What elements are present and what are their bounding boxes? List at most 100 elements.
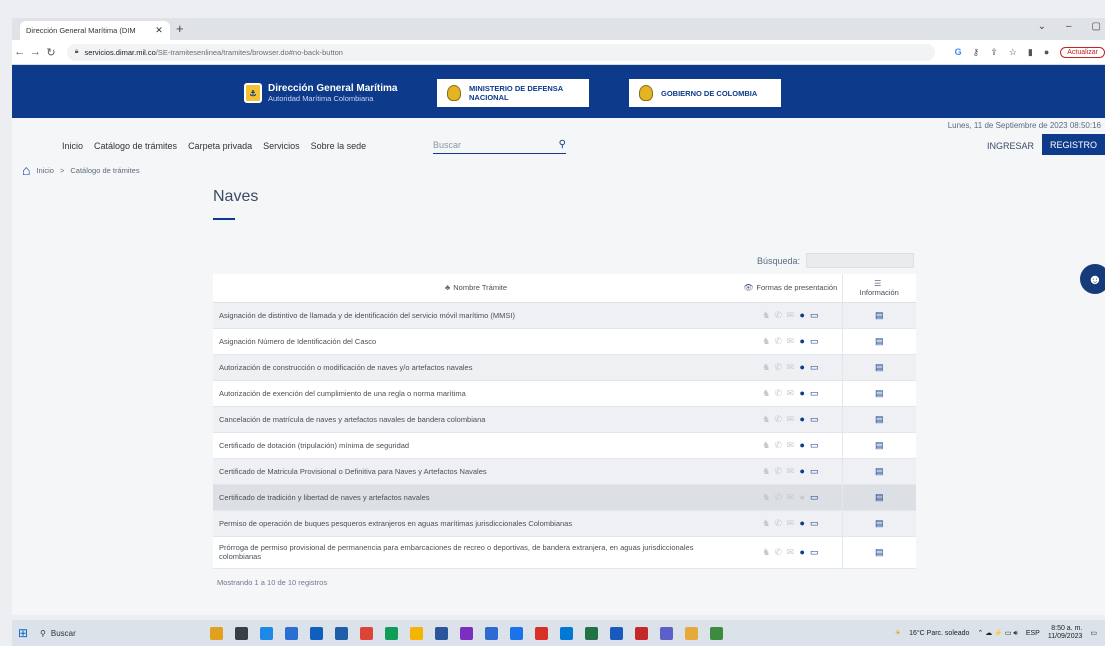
url-input[interactable]: 🔒︎ servicios.dimar.mil.co /SE-tramitesen… [66,43,935,61]
tramite-name[interactable]: Certificado de tradición y libertad de n… [213,484,739,511]
info-cell[interactable]: ▤ [841,432,916,459]
taskbar-search[interactable]: ⚲ Buscar [40,624,122,642]
app-icon[interactable] [685,626,698,640]
table-row[interactable]: Permiso de operación de buques pesqueros… [213,510,916,537]
mail-icon: ✉ [786,362,795,372]
app-icon[interactable] [710,626,723,640]
table-row[interactable]: Certificado de dotación (tripulación) mí… [213,432,916,459]
app-icon[interactable] [360,626,373,640]
search-input[interactable]: Buscar ⚲ [433,136,566,154]
tray-icons[interactable]: ⌃ ☁ ⚡ ▭ 🔊︎ [977,629,1017,638]
back-icon[interactable]: ← [12,46,28,58]
share-icon[interactable]: ⇪ [990,47,998,58]
app-icon[interactable] [635,626,648,640]
profile-icon[interactable]: ● [1044,47,1049,57]
nav-catalogo[interactable]: Catálogo de trámites [94,141,177,151]
update-button[interactable]: Actualizar [1060,46,1105,58]
login-link[interactable]: INGRESAR [987,141,1034,151]
app-icon[interactable] [285,626,298,640]
app-icon[interactable] [660,626,673,640]
table-row[interactable]: Prórroga de permiso provisional de perma… [213,536,916,569]
info-cell[interactable]: ▤ [841,536,916,569]
app-icon[interactable] [385,626,398,640]
dimar-logo[interactable]: ⚓︎ Dirección General Marítima Autoridad … [244,79,398,107]
star-icon[interactable]: ☆ [1009,47,1017,58]
table-row[interactable]: Asignación Número de Identificación del … [213,328,916,355]
sidepanel-icon[interactable]: ▮ [1028,47,1033,58]
info-cell[interactable]: ▤ [841,328,916,355]
gov-header: ⚓︎ Dirección General Marítima Autoridad … [12,65,1105,118]
weather-label[interactable]: 16°C Parc. soleado [909,630,969,637]
nav-servicios[interactable]: Servicios [263,141,300,151]
tramite-name[interactable]: Permiso de operación de buques pesqueros… [213,510,739,537]
close-icon[interactable]: ✕ [154,25,164,36]
notification-icon[interactable]: ▭ [1090,629,1097,637]
nav-inicio[interactable]: Inicio [62,141,83,151]
info-cell[interactable]: ▤ [841,510,916,537]
tramite-name[interactable]: Certificado de dotación (tripulación) mí… [213,432,739,459]
app-icon[interactable] [335,626,348,640]
app-icon[interactable] [585,626,598,640]
windows-start-icon[interactable]: ⊞ [12,626,34,640]
clock[interactable]: 8:50 a. m. 11/09/2023 [1048,625,1083,641]
tramite-name[interactable]: Prórroga de permiso provisional de perma… [213,536,739,569]
table-row[interactable]: Certificado de Matricula Provisional o D… [213,458,916,485]
gov-logo[interactable]: GOBIERNO DE COLOMBIA [629,79,781,107]
table-row[interactable]: Cancelación de matrícula de naves y arte… [213,406,916,433]
app-icon[interactable] [435,626,448,640]
register-button[interactable]: REGISTRO [1042,134,1105,155]
maximize-icon[interactable]: ▢ [1092,21,1101,32]
nav-carpeta[interactable]: Carpeta privada [188,141,252,151]
app-icon[interactable] [510,626,523,640]
app-icon[interactable] [235,626,248,640]
info-cell[interactable]: ▤ [841,406,916,433]
forward-icon[interactable]: → [28,46,44,58]
app-icon[interactable] [260,626,273,640]
app-icon[interactable] [410,626,423,640]
tramite-name[interactable]: Certificado de Matricula Provisional o D… [213,458,739,485]
weather-icon[interactable]: ☀ [895,629,901,637]
tramite-name[interactable]: Cancelación de matrícula de naves y arte… [213,406,739,433]
table-search-input[interactable] [806,253,914,268]
info-cell[interactable]: ▤ [841,380,916,407]
app-icon[interactable] [610,626,623,640]
search-icon: ⚲ [40,628,46,638]
col-header-info[interactable]: ☰ Información [841,274,916,303]
info-cell[interactable]: ▤ [841,302,916,329]
formas-cell: ♞ ✆ ✉ ● ▭ [739,354,842,381]
tramite-name[interactable]: Autorización de exención del cumplimient… [213,380,739,407]
home-icon[interactable]: ⌂ [22,163,30,177]
reload-icon[interactable]: ↻ [43,46,59,59]
new-tab-button[interactable]: + [176,22,184,36]
app-icon[interactable] [535,626,548,640]
table-row[interactable]: Asignación de distintivo de llamada y de… [213,302,916,329]
col-header-name[interactable]: ♣ Nombre Trámite [213,274,739,303]
info-cell[interactable]: ▤ [841,458,916,485]
col-header-formas[interactable]: 👁︎ Formas de presentación [739,274,842,303]
app-icon[interactable] [485,626,498,640]
info-cell[interactable]: ▤ [841,484,916,511]
google-icon[interactable]: G [955,47,962,57]
breadcrumb-home[interactable]: Inicio [36,166,54,175]
key-icon[interactable]: ⚷ [973,47,980,58]
table-row[interactable]: Autorización de construcción o modificac… [213,354,916,381]
search-icon[interactable]: ⚲ [559,139,566,150]
info-cell[interactable]: ▤ [841,354,916,381]
app-icon[interactable] [210,626,223,640]
title-underline [213,218,235,220]
chat-avatar-icon[interactable]: ☻ [1080,264,1105,294]
ministry-logo[interactable]: MINISTERIO DE DEFENSA NACIONAL [437,79,589,107]
chevron-down-icon[interactable]: ⌄ [1038,21,1046,32]
browser-tab[interactable]: Dirección General Marítima (DIM ✕ [20,21,170,40]
nav-sobre[interactable]: Sobre la sede [311,141,367,151]
language-indicator[interactable]: ESP [1026,630,1040,637]
app-icon[interactable] [460,626,473,640]
tramite-name[interactable]: Asignación de distintivo de llamada y de… [213,302,739,329]
tramite-name[interactable]: Autorización de construcción o modificac… [213,354,739,381]
minimize-icon[interactable]: – [1066,21,1072,32]
app-icon[interactable] [310,626,323,640]
table-row[interactable]: Certificado de tradición y libertad de n… [213,484,916,511]
table-row[interactable]: Autorización de exención del cumplimient… [213,380,916,407]
app-icon[interactable] [560,626,573,640]
tramite-name[interactable]: Asignación Número de Identificación del … [213,328,739,355]
